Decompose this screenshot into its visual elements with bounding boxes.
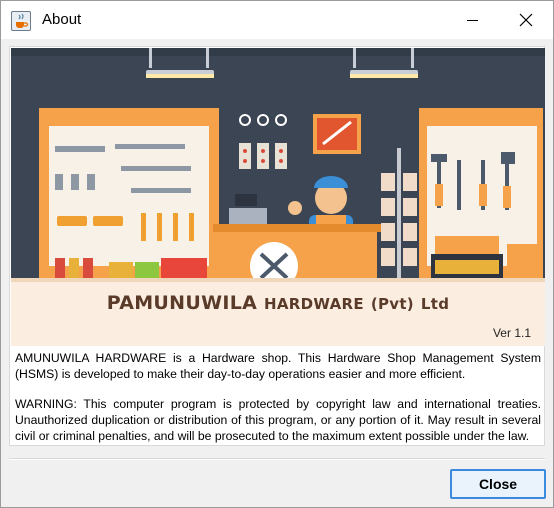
about-content-panel: PAMUNUWILA HARDWARE (Pvt) Ltd Ver 1.1 AM… xyxy=(9,46,545,446)
close-button[interactable]: Close xyxy=(450,469,546,499)
version-label: Ver 1.1 xyxy=(492,326,531,340)
window-title: About xyxy=(42,11,82,28)
brand-hardware: HARDWARE xyxy=(264,295,364,313)
close-icon xyxy=(519,13,533,27)
brand-name: PAMUNUWILA xyxy=(106,292,258,314)
hardware-shop-banner: PAMUNUWILA HARDWARE (Pvt) Ltd Ver 1.1 xyxy=(11,48,545,346)
brand-ltd: Ltd xyxy=(420,295,450,313)
title-bar: About xyxy=(1,1,553,39)
about-dialog: About PAMUNUWILA HARDWARE (Pvt) Ltd Ver … xyxy=(0,0,554,508)
brand-title: PAMUNUWILA HARDWARE (Pvt) Ltd xyxy=(11,292,545,314)
minimize-button[interactable] xyxy=(449,1,495,39)
description-text: AMUNUWILA HARDWARE is a Hardware shop. T… xyxy=(15,351,541,381)
minimize-icon xyxy=(467,20,478,21)
brand-pvt: (Pvt) xyxy=(370,295,414,313)
java-cup-icon xyxy=(11,11,31,31)
window-close-button[interactable] xyxy=(501,1,553,39)
warning-text: WARNING: This computer program is protec… xyxy=(15,397,541,443)
footer-divider-highlight xyxy=(9,459,545,460)
